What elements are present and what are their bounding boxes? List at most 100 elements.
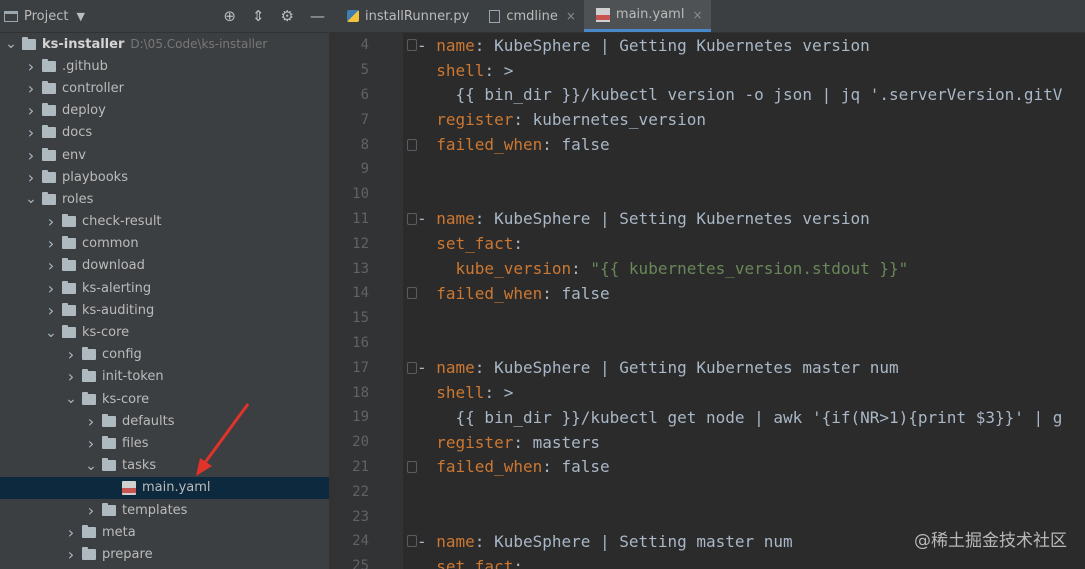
tree-item-label: config xyxy=(102,347,142,363)
tree-item-folder[interactable]: › common xyxy=(0,233,335,255)
chevron-down-icon[interactable]: ⌄ xyxy=(44,325,58,341)
locate-file-icon[interactable]: ⊕ xyxy=(223,7,236,25)
project-tree: ⌄ ks-installer D:\05.Code\ks-installer › .gi… xyxy=(0,33,335,566)
tree-item-folder[interactable]: › env xyxy=(0,144,335,166)
project-panel-title[interactable]: Project xyxy=(24,9,68,24)
yaml-text: : xyxy=(513,556,523,569)
fold-marker-icon[interactable] xyxy=(407,287,417,300)
tree-item-label: defaults xyxy=(122,413,175,429)
project-panel: Project ▼ ⊕ ⇕ ⚙ — ⌄ ks-installer D:\05.Cod… xyxy=(0,0,335,569)
fold-marker-icon[interactable] xyxy=(407,460,417,473)
tree-item-folder[interactable]: › check-result xyxy=(0,211,335,233)
code-text: - name: KubeSphere | Setting master num xyxy=(417,532,793,551)
chevron-right-icon[interactable]: › xyxy=(64,367,78,386)
chevron-down-icon[interactable]: ⌄ xyxy=(84,458,98,474)
chevron-right-icon[interactable]: › xyxy=(24,79,38,98)
yaml-text: : xyxy=(513,234,523,254)
tree-item-folder[interactable]: › defaults xyxy=(0,410,335,432)
tree-item-folder[interactable]: › prepare xyxy=(0,543,335,565)
tree-item-folder[interactable]: › files xyxy=(0,432,335,454)
code-line: 22 xyxy=(335,479,1085,504)
fold-marker-icon[interactable] xyxy=(407,361,417,374)
tree-item-label: common xyxy=(82,236,139,252)
chevron-right-icon[interactable]: › xyxy=(44,212,58,231)
fold-marker-icon[interactable] xyxy=(407,39,417,52)
chevron-right-icon[interactable]: › xyxy=(44,234,58,253)
tree-item-folder[interactable]: ⌄ tasks xyxy=(0,455,335,477)
fold-marker-icon[interactable] xyxy=(407,138,417,151)
tree-item-label: docs xyxy=(62,125,93,141)
folder-icon xyxy=(82,347,96,361)
chevron-right-icon[interactable]: › xyxy=(24,57,38,76)
tree-item-folder[interactable]: › playbooks xyxy=(0,166,335,188)
line-number: 8 xyxy=(360,136,369,153)
folder-icon xyxy=(82,391,96,405)
tree-item-folder[interactable]: ⌄ ks-installer D:\05.Code\ks-installer xyxy=(0,33,335,55)
chevron-right-icon[interactable]: › xyxy=(84,434,98,453)
gear-icon[interactable]: ⚙ xyxy=(281,7,294,25)
tree-item-folder[interactable]: › .github xyxy=(0,55,335,77)
chevron-right-icon[interactable]: › xyxy=(64,545,78,564)
close-icon[interactable]: × xyxy=(692,8,702,22)
tree-item-folder[interactable]: ⌄ roles xyxy=(0,188,335,210)
yaml-key: failed_when xyxy=(436,135,543,155)
tree-item-label: ks-installer xyxy=(42,36,125,52)
tree-item-folder[interactable]: › templates xyxy=(0,499,335,521)
editor-tab[interactable]: main.yaml × xyxy=(583,0,711,32)
chevron-right-icon[interactable]: › xyxy=(44,301,58,320)
chevron-right-icon[interactable]: › xyxy=(64,345,78,364)
tree-item-folder[interactable]: › ks-auditing xyxy=(0,299,335,321)
fold-marker-icon[interactable] xyxy=(407,535,417,548)
tree-item-folder[interactable]: ⌄ ks-core xyxy=(0,388,335,410)
editor-tab[interactable]: cmdline × xyxy=(477,0,584,32)
chevron-down-icon[interactable]: ⌄ xyxy=(24,191,38,207)
collapse-all-icon[interactable]: ⇕ xyxy=(252,7,265,25)
tree-item-folder[interactable]: › download xyxy=(0,255,335,277)
tree-item-folder[interactable]: › config xyxy=(0,344,335,366)
tree-item-folder[interactable]: › init-token xyxy=(0,366,335,388)
folder-icon xyxy=(42,125,56,139)
fold-marker-icon[interactable] xyxy=(407,212,417,225)
chevron-down-icon[interactable]: ⌄ xyxy=(64,391,78,407)
chevron-right-icon[interactable]: › xyxy=(44,279,58,298)
chevron-right-icon[interactable]: › xyxy=(84,501,98,520)
tree-item-label: ks-core xyxy=(102,391,150,407)
tree-item-file[interactable]: main.yaml xyxy=(0,476,335,499)
code-line: 10 xyxy=(335,182,1085,207)
yaml-text: : masters xyxy=(513,432,601,452)
editor-tab[interactable]: installRunner.py xyxy=(335,0,477,32)
chevron-right-icon[interactable]: › xyxy=(24,123,38,142)
chevron-down-icon[interactable]: ⌄ xyxy=(4,36,18,52)
chevron-right-icon[interactable]: › xyxy=(24,168,38,187)
yaml-text xyxy=(417,61,436,80)
tree-item-label: deploy xyxy=(62,103,106,119)
tree-item-folder[interactable]: › controller xyxy=(0,77,335,99)
code-text: register: kubernetes_version xyxy=(417,110,706,129)
chevron-right-icon[interactable]: › xyxy=(84,412,98,431)
chevron-right-icon[interactable]: › xyxy=(24,146,38,165)
yaml-text xyxy=(417,433,436,452)
yaml-key: name xyxy=(436,209,475,229)
tree-item-folder[interactable]: › docs xyxy=(0,122,335,144)
yaml-text xyxy=(417,284,436,303)
tree-item-folder[interactable]: › ks-alerting xyxy=(0,277,335,299)
tree-item-folder[interactable]: › meta xyxy=(0,521,335,543)
tree-item-folder[interactable]: ⌄ ks-core xyxy=(0,321,335,343)
chevron-right-icon[interactable]: › xyxy=(44,256,58,275)
minimize-icon[interactable]: — xyxy=(310,7,325,25)
chevron-down-icon[interactable]: ▼ xyxy=(76,10,84,23)
code-editor[interactable]: 4- name: KubeSphere | Getting Kubernetes… xyxy=(335,33,1085,569)
tree-item-folder[interactable]: › deploy xyxy=(0,100,335,122)
tree-item-label: main.yaml xyxy=(142,480,211,496)
python-file-icon xyxy=(347,10,359,22)
chevron-right-icon[interactable]: › xyxy=(64,523,78,542)
yaml-key: name xyxy=(436,358,475,378)
folder-icon xyxy=(42,58,56,72)
project-path: D:\05.Code\ks-installer xyxy=(130,37,268,52)
folder-icon xyxy=(42,103,56,117)
close-icon[interactable]: × xyxy=(566,9,576,23)
line-number: 23 xyxy=(352,508,369,525)
folder-icon xyxy=(82,546,96,560)
yaml-file-icon xyxy=(122,480,136,495)
chevron-right-icon[interactable]: › xyxy=(24,101,38,120)
